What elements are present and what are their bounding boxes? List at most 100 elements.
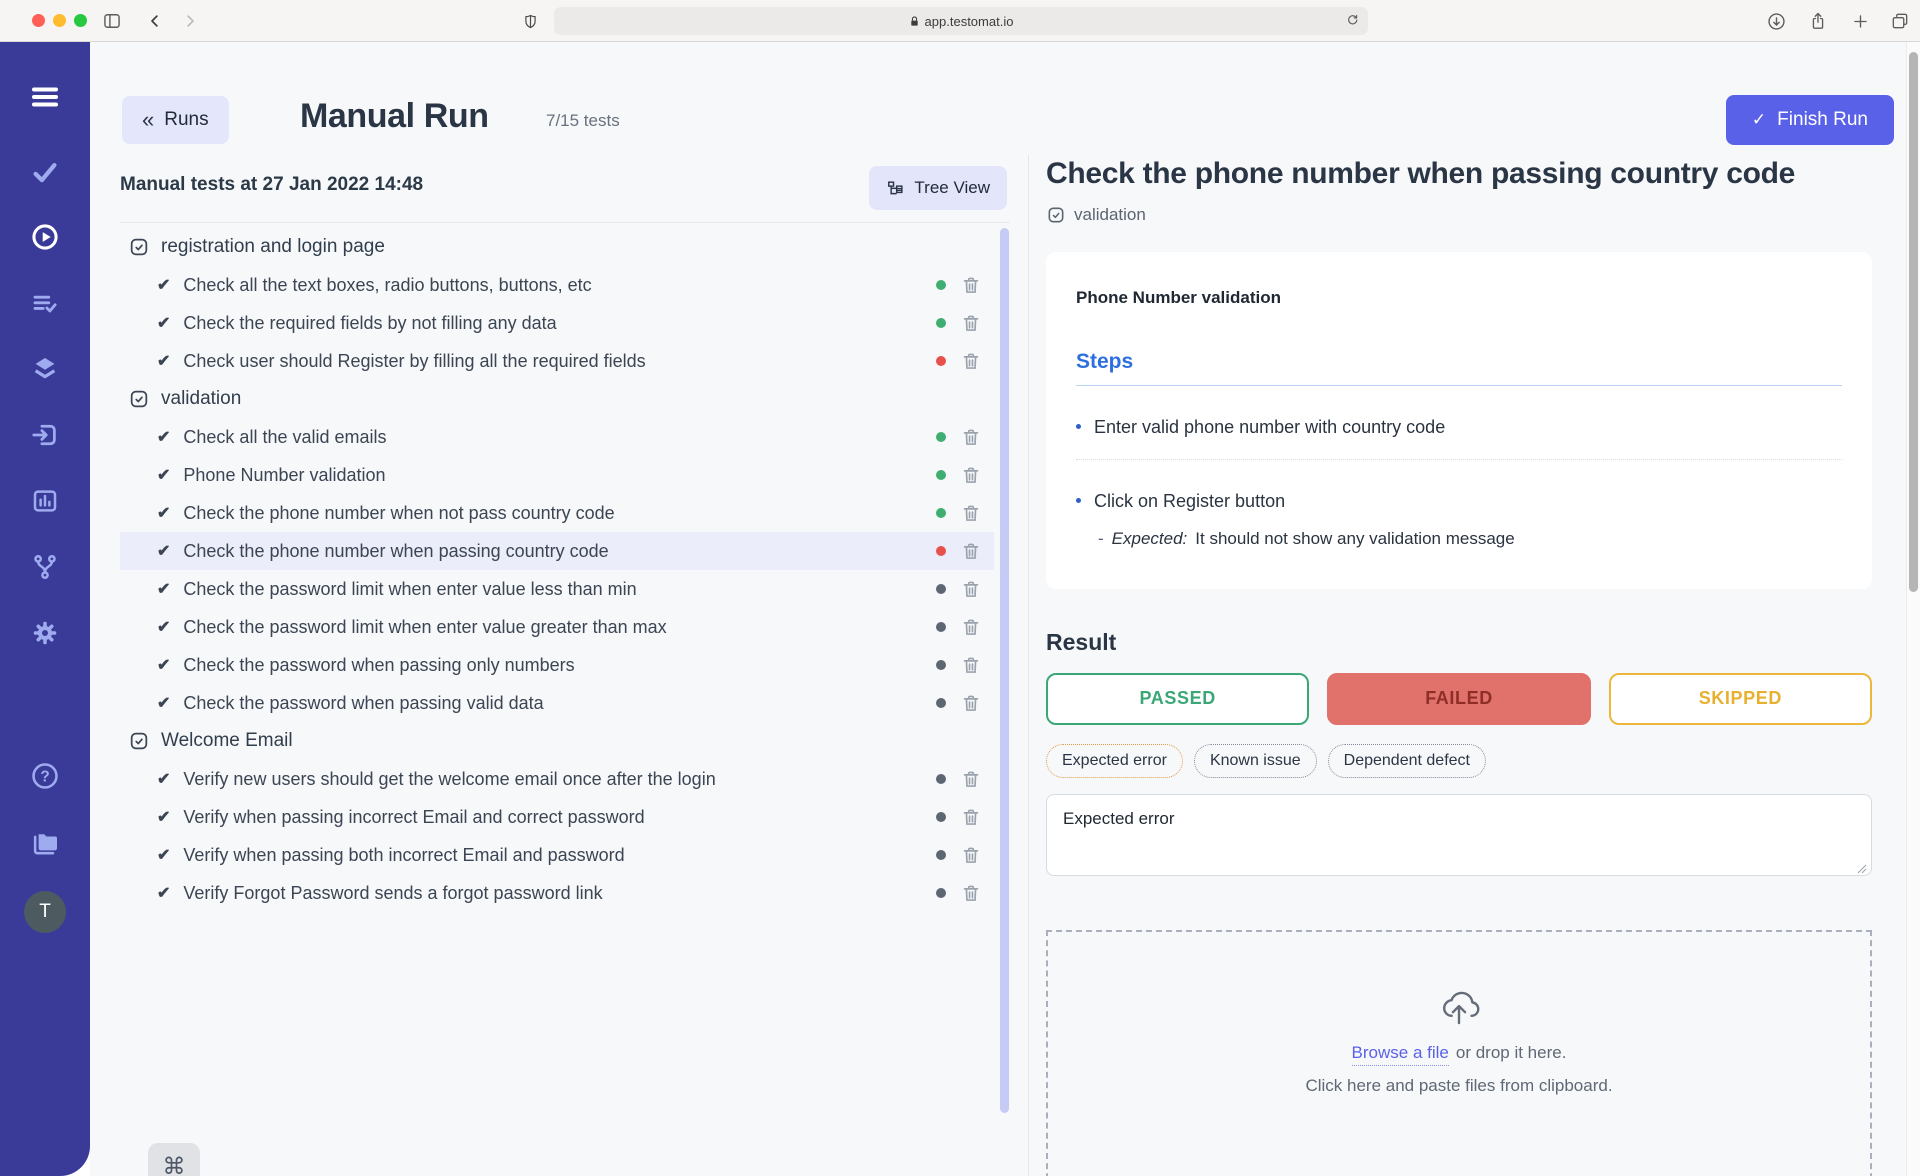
- tag-known-issue[interactable]: Known issue: [1194, 744, 1317, 778]
- user-avatar[interactable]: T: [24, 891, 66, 933]
- delete-test-icon[interactable]: [960, 274, 982, 296]
- share-icon[interactable]: [1806, 9, 1830, 33]
- sidebar-item-branches-icon[interactable]: [28, 550, 62, 584]
- test-row[interactable]: ✔ Check the password when passing valid …: [120, 684, 994, 722]
- step-item: Enter valid phone number with country co…: [1076, 417, 1842, 438]
- sidebar-item-analytics-icon[interactable]: [28, 484, 62, 518]
- keyboard-shortcut-badge[interactable]: ⌘: [148, 1143, 200, 1176]
- test-label: Check user should Register by filling al…: [183, 343, 645, 379]
- delete-test-icon[interactable]: [960, 578, 982, 600]
- sidebar-item-tests-icon[interactable]: [28, 155, 62, 189]
- test-row[interactable]: ✔ Verify when passing both incorrect Ema…: [120, 836, 994, 874]
- skipped-button[interactable]: SKIPPED: [1609, 673, 1872, 725]
- back-to-runs-button[interactable]: « Runs: [122, 96, 229, 144]
- sidebar-item-runs-icon[interactable]: [28, 220, 62, 254]
- status-dot: [936, 280, 946, 290]
- sidebar-item-import-icon[interactable]: [28, 418, 62, 452]
- tree-view-button[interactable]: Tree View: [869, 166, 1007, 210]
- status-dot: [936, 774, 946, 784]
- test-row[interactable]: ✔ Check all the valid emails: [120, 418, 994, 456]
- result-heading: Result: [1046, 629, 1872, 656]
- sidebar-item-plans-icon[interactable]: [28, 287, 62, 321]
- test-check-icon: ✔: [157, 807, 170, 827]
- test-row[interactable]: ✔ Check the phone number when not pass c…: [120, 494, 994, 532]
- toggle-sidebar-icon[interactable]: [100, 9, 124, 33]
- finish-run-button[interactable]: ✓ Finish Run: [1726, 95, 1894, 145]
- window-scrollbar-track[interactable]: [1906, 42, 1920, 1176]
- url-bar[interactable]: app.testomat.io: [554, 7, 1368, 35]
- test-check-icon: ✔: [157, 883, 170, 903]
- delete-test-icon[interactable]: [960, 426, 982, 448]
- dash-icon: -: [1098, 529, 1104, 549]
- tab-overview-icon[interactable]: [1888, 9, 1912, 33]
- test-row[interactable]: ✔ Verify Forgot Password sends a forgot …: [120, 874, 994, 912]
- close-window-button[interactable]: [32, 14, 45, 27]
- suite-icon: [128, 730, 150, 752]
- help-icon[interactable]: ?: [28, 759, 62, 793]
- delete-test-icon[interactable]: [960, 806, 982, 828]
- suite-group-row[interactable]: Welcome Email: [120, 722, 994, 760]
- test-row[interactable]: ✔ Check all the text boxes, radio button…: [120, 266, 994, 304]
- delete-test-icon[interactable]: [960, 654, 982, 676]
- back-icon[interactable]: [143, 9, 167, 33]
- passed-button[interactable]: PASSED: [1046, 673, 1309, 725]
- minimize-window-button[interactable]: [53, 14, 66, 27]
- delete-test-icon[interactable]: [960, 882, 982, 904]
- sidebar-item-settings-icon[interactable]: [28, 616, 62, 650]
- list-scrollbar-thumb[interactable]: [1000, 228, 1009, 1113]
- test-row[interactable]: ✔ Phone Number validation: [120, 456, 994, 494]
- delete-test-icon[interactable]: [960, 616, 982, 638]
- test-list: registration and login page ✔ Check all …: [120, 228, 994, 912]
- refresh-icon[interactable]: [1345, 12, 1360, 27]
- test-check-icon: ✔: [157, 845, 170, 865]
- test-row[interactable]: ✔ Check the phone number when passing co…: [120, 532, 994, 570]
- delete-test-icon[interactable]: [960, 540, 982, 562]
- test-row[interactable]: ✔ Check the password when passing only n…: [120, 646, 994, 684]
- delete-test-icon[interactable]: [960, 768, 982, 790]
- menu-icon[interactable]: [28, 80, 62, 114]
- test-label: Check all the valid emails: [183, 419, 386, 455]
- test-row[interactable]: ✔ Verify when passing incorrect Email an…: [120, 798, 994, 836]
- test-label: Check the phone number when not pass cou…: [183, 495, 614, 531]
- suite-group-row[interactable]: validation: [120, 380, 994, 418]
- comment-textarea[interactable]: Expected error: [1046, 794, 1872, 876]
- test-row[interactable]: ✔ Verify new users should get the welcom…: [120, 760, 994, 798]
- test-check-icon: ✔: [157, 427, 170, 447]
- step-item: Click on Register button: [1076, 491, 1842, 512]
- status-dot: [936, 356, 946, 366]
- delete-test-icon[interactable]: [960, 350, 982, 372]
- new-tab-icon[interactable]: [1848, 9, 1872, 33]
- forward-icon[interactable]: [178, 9, 202, 33]
- delete-test-icon[interactable]: [960, 692, 982, 714]
- test-check-icon: ✔: [157, 465, 170, 485]
- test-row[interactable]: ✔ Check the password limit when enter va…: [120, 570, 994, 608]
- test-row[interactable]: ✔ Check the password limit when enter va…: [120, 608, 994, 646]
- app-sidebar: ? T: [0, 42, 90, 1176]
- privacy-shield-icon[interactable]: [518, 9, 542, 33]
- tree-view-label: Tree View: [914, 178, 990, 198]
- file-upload-dropzone[interactable]: Browse a file or drop it here. Click her…: [1046, 930, 1872, 1176]
- test-check-icon: ✔: [157, 313, 170, 333]
- test-row[interactable]: ✔ Check user should Register by filling …: [120, 342, 994, 380]
- zoom-window-button[interactable]: [74, 14, 87, 27]
- downloads-icon[interactable]: [1764, 9, 1788, 33]
- projects-folder-icon[interactable]: [28, 825, 62, 859]
- command-icon: ⌘: [163, 1153, 186, 1176]
- window-scrollbar-thumb[interactable]: [1909, 52, 1918, 592]
- delete-test-icon[interactable]: [960, 844, 982, 866]
- test-row[interactable]: ✔ Check the required fields by not filli…: [120, 304, 994, 342]
- delete-test-icon[interactable]: [960, 312, 982, 334]
- tag-dependent-defect[interactable]: Dependent defect: [1328, 744, 1486, 778]
- tag-expected-error[interactable]: Expected error: [1046, 744, 1183, 778]
- browse-file-link[interactable]: Browse a file: [1352, 1043, 1449, 1066]
- delete-test-icon[interactable]: [960, 464, 982, 486]
- sidebar-item-suites-icon[interactable]: [28, 351, 62, 385]
- status-dot: [936, 660, 946, 670]
- status-dot: [936, 888, 946, 898]
- test-label: Phone Number validation: [183, 457, 385, 493]
- suite-group-row[interactable]: registration and login page: [120, 228, 994, 266]
- failed-button[interactable]: FAILED: [1327, 673, 1590, 725]
- expected-text: It should not show any validation messag…: [1195, 529, 1514, 549]
- suite-tag[interactable]: validation: [1046, 205, 1872, 225]
- delete-test-icon[interactable]: [960, 502, 982, 524]
